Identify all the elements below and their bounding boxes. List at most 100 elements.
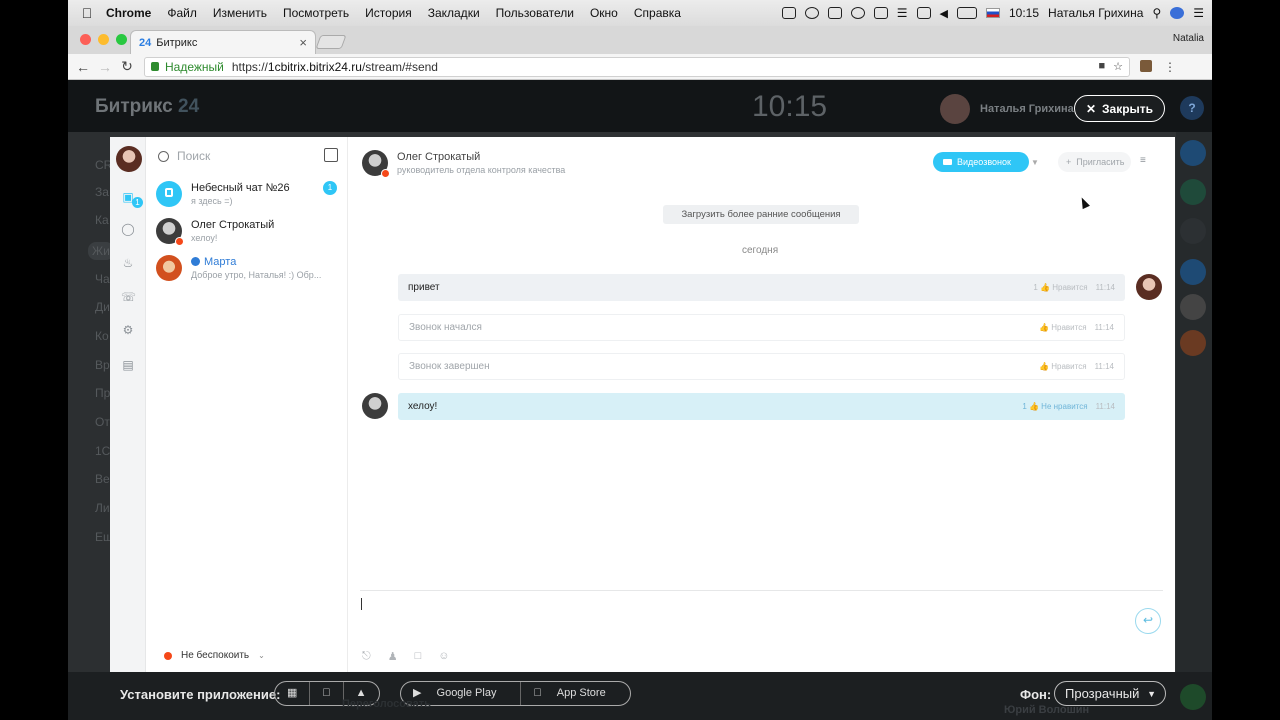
new-tab-button[interactable] bbox=[315, 35, 347, 49]
right-search-icon[interactable] bbox=[1180, 218, 1206, 244]
airplay-icon[interactable] bbox=[916, 7, 931, 19]
apple-app-icon[interactable]:  bbox=[310, 682, 344, 705]
load-earlier-button[interactable]: Загрузить более ранние сообщения bbox=[663, 205, 859, 224]
spotlight-icon[interactable]: ⚲ bbox=[1152, 6, 1161, 20]
menu-chrome[interactable]: Chrome bbox=[106, 6, 151, 20]
left-menu-item[interactable]: Ко bbox=[95, 329, 109, 343]
address-bar[interactable]: Надежный https://1cbitrix.bitrix24.ru/st… bbox=[144, 56, 1130, 77]
volume-icon[interactable]: ◀ bbox=[940, 7, 948, 20]
left-menu-item[interactable]: 1С bbox=[95, 444, 110, 458]
menu-bookmarks[interactable]: Закладки bbox=[428, 6, 480, 20]
menu-help[interactable]: Справка bbox=[634, 6, 681, 20]
chat-item[interactable]: Марта Доброе утро, Наталья! :) Обр... bbox=[156, 251, 344, 285]
chat-item[interactable]: Небесный чат №26 я здесь =) 1 bbox=[156, 177, 344, 211]
back-icon[interactable]: ← bbox=[72, 59, 94, 75]
send-button[interactable]: ↩ bbox=[1135, 608, 1161, 634]
right-contact-avatar[interactable] bbox=[1180, 294, 1206, 320]
settings-gear-icon[interactable]: ⚙ bbox=[121, 323, 135, 337]
notifications-icon[interactable] bbox=[1180, 140, 1206, 166]
like-button[interactable]: 👍 Нравится bbox=[1039, 362, 1087, 371]
menubar-user[interactable]: Наталья Грихина bbox=[1048, 6, 1143, 20]
notification-center-icon[interactable]: ☰ bbox=[1193, 6, 1204, 20]
chat-item[interactable]: Олег Строкатый хелоу! bbox=[156, 214, 344, 248]
flag-icon[interactable] bbox=[986, 8, 1000, 18]
windows-icon[interactable]: ▦ bbox=[275, 682, 311, 705]
menu-history[interactable]: История bbox=[365, 6, 412, 20]
menu-file[interactable]: Файл bbox=[167, 6, 197, 20]
left-menu-item[interactable]: Ча bbox=[95, 272, 110, 286]
reload-icon[interactable]: ↻ bbox=[116, 58, 138, 75]
right-chat-icon[interactable] bbox=[1180, 259, 1206, 285]
screen-icon[interactable] bbox=[781, 7, 796, 19]
bolt-icon[interactable] bbox=[804, 7, 819, 19]
forward-icon[interactable]: → bbox=[94, 59, 116, 75]
chat-search[interactable]: Поиск bbox=[158, 149, 210, 163]
message[interactable]: Звонок начался 👍 Нравится 11:14 bbox=[398, 314, 1125, 341]
time-machine-icon[interactable] bbox=[850, 7, 865, 19]
app-store-button[interactable]:  App Store bbox=[521, 682, 629, 705]
left-menu-item[interactable]: Вр bbox=[95, 358, 110, 372]
apple-icon[interactable]:  bbox=[68, 5, 106, 21]
tab-close-icon[interactable]: × bbox=[299, 35, 307, 50]
contact-avatar[interactable] bbox=[362, 150, 390, 178]
portal-user[interactable]: Наталья Грихина bbox=[940, 94, 1074, 124]
left-menu-item[interactable]: За bbox=[95, 185, 109, 199]
menu-people[interactable]: Пользователи bbox=[496, 6, 574, 20]
profile-name[interactable]: Natalia bbox=[1173, 33, 1204, 44]
battery-icon[interactable] bbox=[957, 7, 977, 19]
siri-icon[interactable] bbox=[1170, 7, 1185, 19]
status-selector[interactable]: Не беспокоить ⌄ bbox=[164, 650, 265, 661]
bookmark-star-icon[interactable]: ☆ bbox=[1113, 60, 1123, 73]
attach-icon[interactable]: ⎋ bbox=[362, 650, 371, 663]
left-menu-item[interactable]: Ве bbox=[95, 472, 110, 486]
message[interactable]: привет 1 👍 Нравится 11:14 bbox=[398, 274, 1125, 301]
left-menu-item[interactable]: Ли bbox=[95, 501, 110, 515]
menubar-clock[interactable]: 10:15 bbox=[1009, 6, 1039, 20]
phone-call-icon[interactable]: ☏ bbox=[121, 290, 136, 304]
close-messenger-button[interactable]: ✕ Закрыть bbox=[1074, 95, 1165, 122]
left-menu-item[interactable]: От bbox=[95, 415, 110, 429]
left-menu-item[interactable]: Ди bbox=[95, 300, 110, 314]
help-button[interactable]: ? bbox=[1180, 96, 1204, 120]
message[interactable]: хелоу! 1 👍 Не нравится 11:14 bbox=[398, 393, 1125, 420]
like-button[interactable]: 1 👍 Не нравится bbox=[1022, 402, 1087, 411]
chrome-menu-icon[interactable]: ⋮ bbox=[1164, 60, 1176, 74]
revote-link[interactable]: Переголосовать bbox=[342, 698, 431, 710]
wifi-icon[interactable]: ☰ bbox=[897, 6, 908, 20]
menu-edit[interactable]: Изменить bbox=[213, 6, 267, 20]
video-call-button[interactable]: Видеозвонок bbox=[933, 152, 1029, 172]
bell-icon[interactable]: ♨ bbox=[121, 256, 135, 270]
close-window-button[interactable] bbox=[80, 34, 91, 45]
extension-icon[interactable] bbox=[1140, 59, 1152, 72]
mail-icon[interactable] bbox=[827, 7, 842, 19]
menu-view[interactable]: Посмотреть bbox=[283, 6, 349, 20]
contact-name[interactable]: Олег Строкатый bbox=[397, 151, 480, 163]
new-chat-icon[interactable] bbox=[324, 148, 338, 162]
background-select[interactable]: Прозрачный ▼ bbox=[1054, 681, 1166, 706]
left-menu-item[interactable]: Ка bbox=[95, 213, 109, 227]
camera-icon[interactable]: ■ bbox=[1098, 60, 1105, 73]
command-icon[interactable]: □ bbox=[415, 650, 422, 663]
browser-tab[interactable]: 24 Битрикс × bbox=[130, 30, 316, 54]
left-menu-item[interactable]: Пр bbox=[95, 386, 110, 400]
history-search-icon[interactable]: ≡ bbox=[1140, 155, 1146, 166]
open-lines-icon[interactable]: ◯ bbox=[121, 222, 135, 236]
my-avatar[interactable] bbox=[116, 146, 142, 172]
call-options-chevron-icon[interactable]: ▼ bbox=[1031, 158, 1039, 167]
phone-icon[interactable] bbox=[1180, 684, 1206, 710]
notes-icon[interactable]: ▤ bbox=[121, 358, 135, 372]
user-icon[interactable]: ♟ bbox=[388, 650, 398, 663]
bluetooth-icon[interactable] bbox=[873, 7, 888, 19]
right-contact-avatar[interactable] bbox=[1180, 330, 1206, 356]
smile-icon[interactable]: ☺ bbox=[438, 650, 449, 663]
telephony-icon[interactable] bbox=[1180, 179, 1206, 205]
menu-window[interactable]: Окно bbox=[590, 6, 618, 20]
like-button[interactable]: 👍 Нравится bbox=[1039, 323, 1087, 332]
invite-button[interactable]: + Пригласить bbox=[1058, 152, 1131, 172]
portal-logo[interactable]: Битрикс 24 bbox=[95, 96, 199, 118]
message-input[interactable] bbox=[361, 598, 362, 610]
message[interactable]: Звонок завершен 👍 Нравится 11:14 bbox=[398, 353, 1125, 380]
like-button[interactable]: 1 👍 Нравится bbox=[1033, 283, 1087, 292]
zoom-window-button[interactable] bbox=[116, 34, 127, 45]
minimize-window-button[interactable] bbox=[98, 34, 109, 45]
